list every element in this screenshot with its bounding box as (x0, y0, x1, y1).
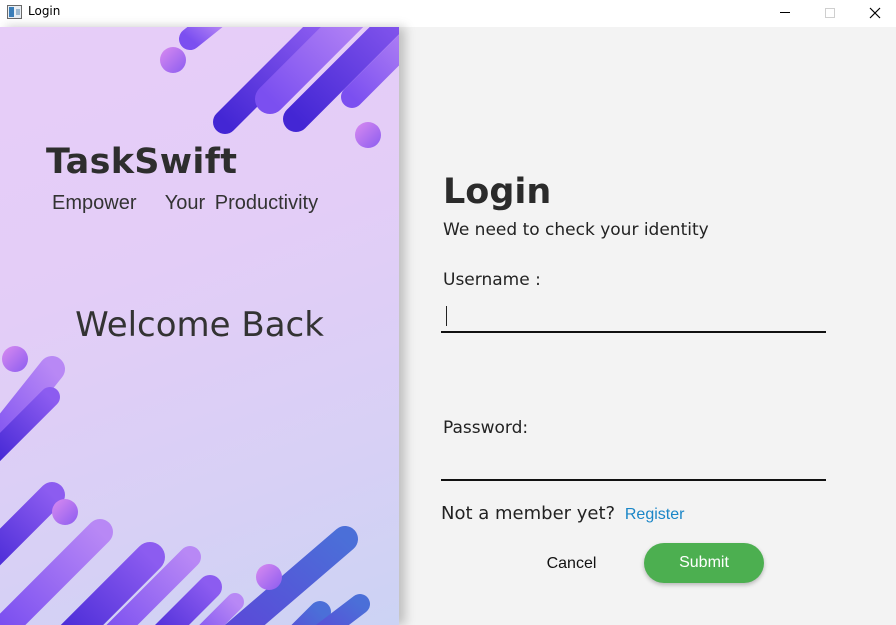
register-link[interactable]: Register (625, 506, 685, 523)
cancel-button[interactable]: Cancel (529, 547, 614, 581)
welcome-panel: TaskSwift Empower Your Productivity Welc… (0, 27, 399, 625)
brand-name: TaskSwift (46, 142, 238, 182)
minimize-button[interactable] (762, 0, 808, 25)
maximize-button[interactable] (807, 0, 853, 25)
welcome-heading: Welcome Back (75, 305, 324, 345)
app-window-icon (7, 5, 22, 19)
close-icon (869, 7, 881, 18)
text-caret (446, 306, 447, 326)
window-title: Login (28, 4, 61, 18)
username-input[interactable] (441, 299, 826, 333)
login-form: Login We need to check your identity Use… (399, 27, 896, 625)
submit-button[interactable]: Submit (644, 543, 764, 583)
title-bar: Login (0, 0, 896, 25)
password-label: Password: (443, 418, 529, 438)
register-prompt: Not a member yet? Register (441, 503, 684, 524)
username-label: Username : (443, 270, 541, 290)
maximize-icon (825, 7, 835, 18)
password-input[interactable] (441, 447, 826, 481)
brand-tagline: Empower Your Productivity (52, 192, 319, 214)
minimize-icon (780, 12, 790, 13)
login-title: Login (443, 172, 552, 212)
close-button[interactable] (852, 0, 896, 25)
login-subtitle: We need to check your identity (443, 220, 709, 240)
member-prompt-text: Not a member yet? (441, 503, 616, 524)
